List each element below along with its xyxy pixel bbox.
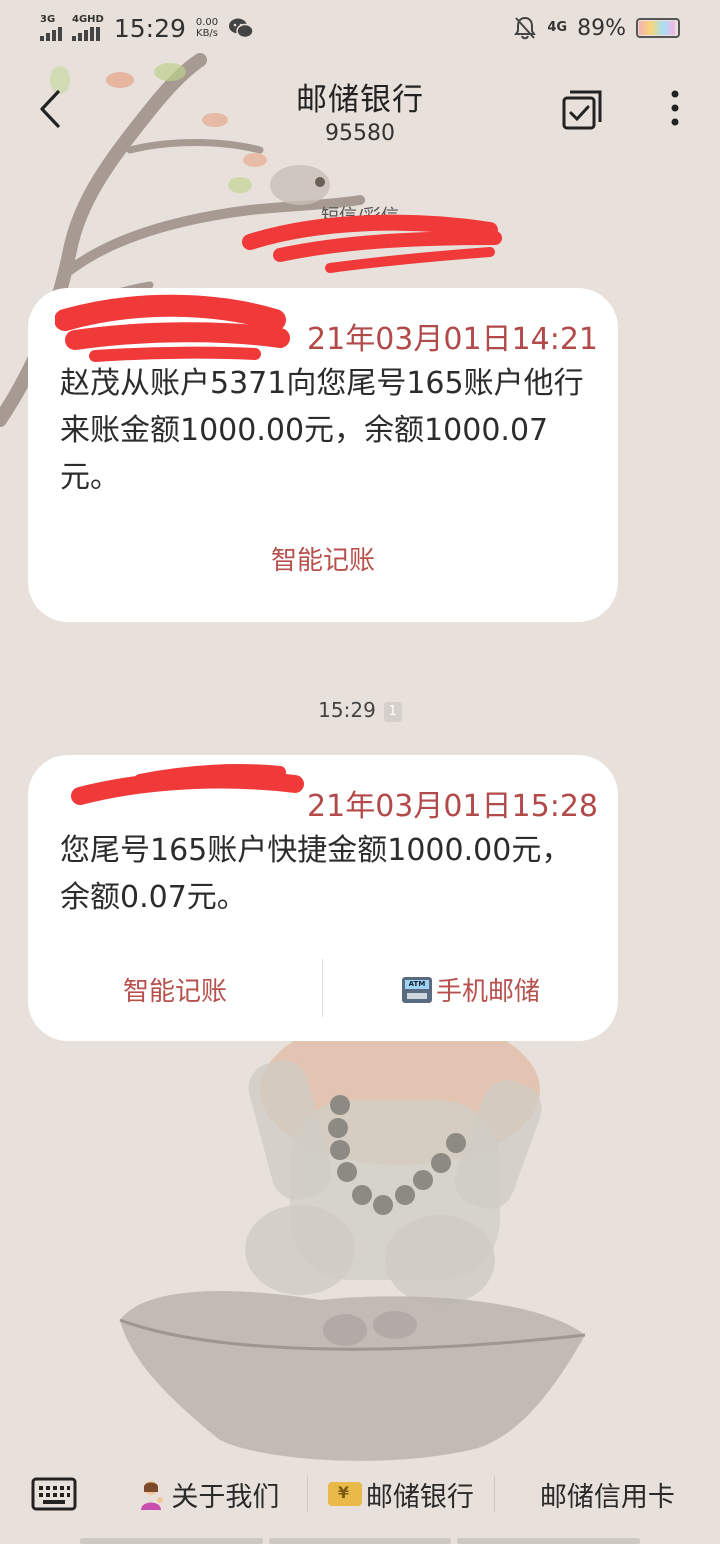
wechat-icon [229, 18, 254, 39]
menu-about-us-label: 关于我们 [171, 1481, 280, 1513]
net-speed: 0.00 KB/s [196, 17, 218, 39]
sim-badge: 1 [383, 702, 402, 722]
smart-accounting-button[interactable]: 智能记账 [28, 971, 322, 1008]
status-bar-right: 4G 89% [513, 15, 680, 41]
more-options-icon[interactable] [660, 86, 690, 130]
message-header-date: 21年03月01日14:21 [307, 322, 598, 357]
signal-sim2-icon: 4GHD [72, 15, 104, 41]
contact-info: 邮储银行 95580 [0, 74, 720, 146]
message-body: 赵茂从账户5371向您尾号165账户他行来账金额1000.00元，余额1000.… [60, 366, 584, 495]
signal-sim1-label: 3G [40, 14, 56, 25]
battery-percent: 89% [577, 15, 626, 41]
contact-name: 邮储银行 [296, 82, 424, 118]
conversation-header: 邮储银行 95580 [0, 56, 720, 162]
contact-number: 95580 [325, 121, 395, 146]
gesture-bar [80, 1538, 641, 1544]
coin-icon [327, 1482, 362, 1506]
message-body: 您尾号165账户快捷金额1000.00元，余额0.07元。 [60, 833, 572, 915]
atm-icon: ATM [401, 976, 432, 1003]
service-menu-bar: 关于我们 邮储银行 邮储信用卡 [0, 1462, 720, 1526]
menu-credit-card[interactable]: 邮储信用卡 [495, 1464, 720, 1524]
net-speed-value: 0.00 [195, 17, 219, 28]
battery-icon [636, 18, 680, 38]
timestamp-text: 15:29 [318, 698, 376, 722]
status-bar-left: 3G 4GHD 15:29 0.00 KB/s [40, 14, 254, 43]
status-bar: 3G 4GHD 15:29 0.00 KB/s 4G 89% [0, 0, 720, 56]
status-time: 15:29 [113, 13, 186, 43]
mobile-banking-label: 手机邮储 [435, 977, 540, 1007]
signal-sim2-label: 4GHD [72, 14, 104, 25]
net-speed-unit: KB/s [196, 28, 219, 39]
menu-about-us[interactable]: 关于我们 [108, 1464, 307, 1524]
signal-sim1-icon: 3G [40, 15, 62, 41]
menu-postal-bank-label: 邮储银行 [365, 1481, 474, 1513]
menu-credit-card-label: 邮储信用卡 [539, 1481, 675, 1513]
message-type-label: 短信/彩信 [320, 206, 400, 227]
message-header-date: 21年03月01日15:28 [307, 789, 598, 824]
person-tipping-hand-icon [141, 1481, 164, 1510]
message-timestamp: 15:29 1 [0, 698, 720, 722]
mobile-banking-button[interactable]: ATM 手机邮储 [324, 971, 618, 1008]
smart-accounting-button[interactable]: 智能记账 [28, 540, 618, 577]
message-bubble[interactable]: 21年03月01日15:28 您尾号165账户快捷金额1000.00元，余额0.… [28, 755, 618, 1041]
select-messages-icon[interactable] [560, 88, 604, 132]
message-bubble[interactable]: 21年03月01日14:21 赵茂从账户5371向您尾号165账户他行来账金额1… [28, 288, 618, 622]
keyboard-icon [31, 1477, 77, 1511]
mute-bell-icon [514, 16, 537, 40]
action-divider [322, 959, 323, 1017]
menu-postal-bank[interactable]: 邮储银行 [308, 1464, 493, 1524]
network-4g-indicator: 4G [547, 20, 568, 35]
keyboard-toggle-button[interactable] [0, 1464, 108, 1524]
